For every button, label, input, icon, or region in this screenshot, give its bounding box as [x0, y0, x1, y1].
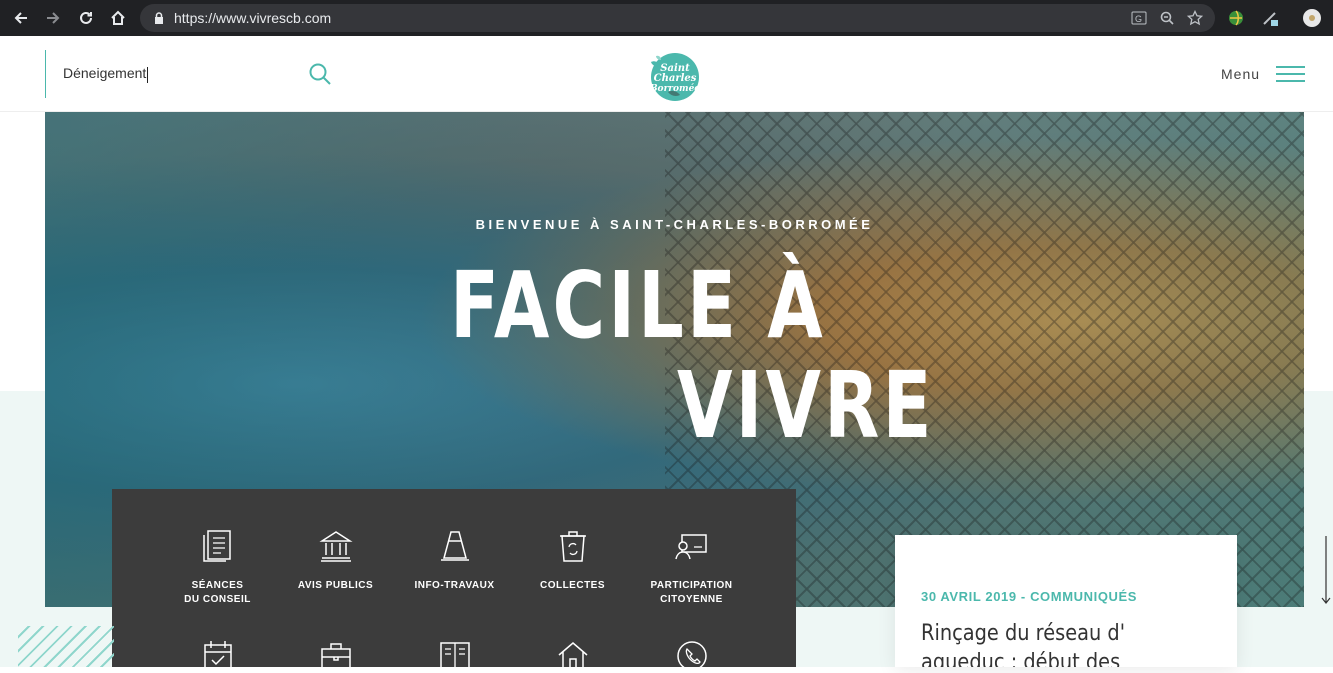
extension-globe-icon[interactable] [1224, 6, 1248, 30]
svg-text:G: G [1135, 14, 1142, 24]
translate-icon[interactable]: G [1131, 10, 1147, 26]
forward-button[interactable] [37, 0, 69, 36]
address-bar[interactable]: https://www.vivrescb.com G [140, 4, 1215, 32]
svg-text:Charles: Charles [654, 73, 697, 84]
arrow-left-icon [14, 12, 27, 24]
decorative-stripes [18, 626, 114, 667]
profile-avatar-icon[interactable] [1300, 6, 1324, 30]
quick-link-label: AVIS PUBLICS [297, 580, 374, 591]
bank-icon [318, 531, 353, 562]
back-button[interactable] [5, 0, 37, 36]
menu-label[interactable]: Menu [1221, 66, 1260, 82]
document-icon [202, 530, 231, 562]
site-header: Déneigement Saint Charles Borromée Menu [0, 36, 1333, 112]
quick-link-phone[interactable] [632, 639, 751, 673]
quick-link-calendar[interactable] [158, 639, 277, 673]
calendar-icon [203, 641, 232, 672]
quick-link-label: COLLECTES [539, 580, 606, 591]
extension-pen-icon[interactable] [1258, 6, 1282, 30]
hamburger-menu-icon[interactable] [1276, 66, 1305, 82]
arrow-right-icon [47, 12, 60, 24]
url-text: https://www.vivrescb.com [174, 10, 332, 26]
hero-kicker: BIENVENUE À SAINT-CHARLES-BORROMÉE [475, 217, 874, 232]
news-headline[interactable]: Rinçage du réseau d' aqueduc : début des… [921, 619, 1185, 667]
reload-button[interactable] [70, 0, 102, 36]
search-input[interactable]: Déneigement [63, 65, 149, 83]
news-card[interactable]: 30 AVRIL 2019 - COMMUNIQUÉS Rinçage du r… [895, 535, 1237, 667]
home-icon [111, 10, 125, 25]
hero-title-line-2: VIVRE [677, 352, 935, 459]
search-icon[interactable] [308, 62, 332, 86]
news-meta[interactable]: 30 AVRIL 2019 - COMMUNIQUÉS [921, 589, 1137, 604]
quick-link-book[interactable] [395, 639, 514, 673]
home-button[interactable] [102, 0, 134, 36]
site-logo[interactable]: Saint Charles Borromée [646, 48, 702, 102]
zoom-icon[interactable] [1159, 10, 1175, 26]
recycle-bin-icon [559, 531, 586, 562]
quick-link-info-travaux[interactable]: INFO-TRAVAUX [395, 529, 514, 593]
briefcase-icon [320, 643, 351, 670]
open-book-icon [439, 642, 470, 672]
quick-link-briefcase[interactable] [276, 639, 395, 673]
quick-link-participation-citoyenne[interactable]: PARTICIPATION CITOYENNE [632, 529, 751, 607]
house-icon [558, 642, 587, 672]
scroll-down-indicator[interactable] [1321, 536, 1331, 606]
quick-link-label: SÉANCES DU CONSEIL [184, 580, 251, 605]
quick-link-collectes[interactable]: COLLECTES [513, 529, 632, 593]
svg-text:Borromée: Borromée [649, 83, 700, 94]
quick-link-house[interactable] [513, 639, 632, 673]
quick-link-label: PARTICIPATION CITOYENNE [650, 580, 733, 605]
quick-link-label: INFO-TRAVAUX [414, 580, 495, 591]
citizen-screen-icon [674, 534, 707, 560]
search-bar[interactable]: Déneigement [45, 50, 335, 98]
browser-toolbar: https://www.vivrescb.com G [0, 0, 1333, 36]
quick-link-seances-conseil[interactable]: SÉANCES DU CONSEIL [158, 529, 277, 607]
hero-title-line-1: FACILE À [450, 252, 826, 359]
reload-icon [80, 11, 92, 24]
traffic-cone-icon [440, 531, 469, 561]
quick-link-avis-publics[interactable]: AVIS PUBLICS [276, 529, 395, 593]
lock-icon [152, 12, 166, 24]
quick-links-panel: SÉANCES DU CONSEIL AVIS PUBLICS INFO-TRA… [112, 489, 796, 672]
phone-icon [676, 641, 707, 671]
star-icon[interactable] [1187, 10, 1203, 26]
